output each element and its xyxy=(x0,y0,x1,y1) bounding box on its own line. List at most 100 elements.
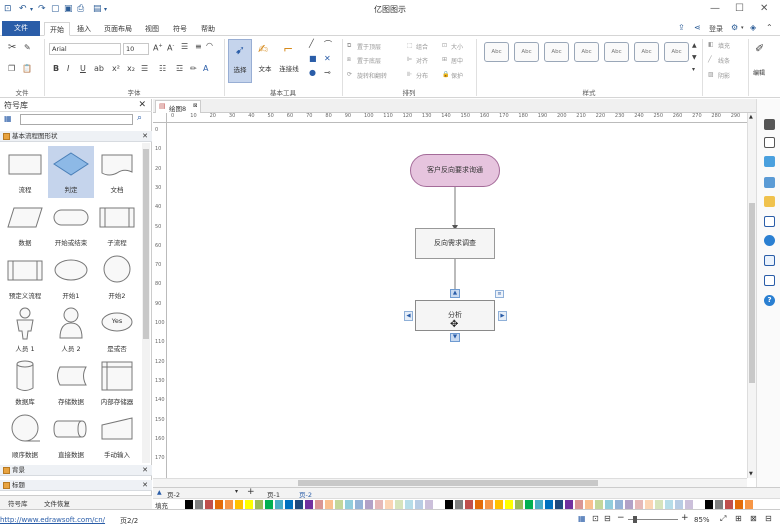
line-icon[interactable]: ╱ xyxy=(708,56,712,63)
shape-subprocess[interactable]: 子流程 xyxy=(94,199,140,251)
palette-swatch[interactable] xyxy=(725,500,734,509)
tab-home[interactable]: 开始 xyxy=(44,22,70,36)
palette-swatch[interactable] xyxy=(595,500,604,509)
rotate-icon[interactable]: ⟳ xyxy=(347,71,352,78)
font-family-select[interactable]: Arial xyxy=(49,43,121,55)
scrollbar-thumb[interactable] xyxy=(749,203,755,383)
category-basic-flowchart[interactable]: 基本流程图形状 ✕ xyxy=(0,131,152,142)
zoom-slider-handle[interactable] xyxy=(633,516,637,523)
palette-swatch[interactable] xyxy=(195,500,204,509)
shape-yes-no[interactable]: Yes 是或否 xyxy=(94,305,140,357)
palette-swatch[interactable] xyxy=(325,500,334,509)
palette-swatch[interactable] xyxy=(365,500,374,509)
palette-swatch[interactable] xyxy=(345,500,354,509)
palette-swatch[interactable] xyxy=(605,500,614,509)
shape-predefined-process[interactable]: 预定义流程 xyxy=(2,252,48,304)
drawing-canvas[interactable]: 客户反向要求询通 反向需求调查 分析 ▲ ▼ ◀ ▶ ≡ ✥ xyxy=(168,123,747,478)
palette-swatch[interactable] xyxy=(565,500,574,509)
comment-panel-icon[interactable] xyxy=(764,275,775,286)
category-title[interactable]: 标题 ✕ xyxy=(0,480,152,491)
layout-icon[interactable]: ⊟ xyxy=(765,514,772,523)
center-icon[interactable]: ⊞ xyxy=(442,56,447,63)
shape-direct-data[interactable]: 直接数据 xyxy=(48,411,94,463)
palette-swatch[interactable] xyxy=(385,500,394,509)
palette-swatch[interactable] xyxy=(405,500,414,509)
shape-start-1[interactable]: 开始1 xyxy=(48,252,94,304)
protect-icon[interactable]: 🔒 xyxy=(442,71,449,78)
style-preset-7[interactable]: Abc xyxy=(664,42,689,62)
cut-icon[interactable]: ✂ xyxy=(8,42,16,53)
shape-sequential-data[interactable]: 顺序数据 xyxy=(2,411,48,463)
shape-start-2[interactable]: 开始2 xyxy=(94,252,140,304)
palette-swatch[interactable] xyxy=(635,500,644,509)
shadow-button[interactable]: 阴影 xyxy=(718,71,730,80)
website-link[interactable]: http://www.edrawsoft.com/cn/ xyxy=(0,516,105,524)
edit-button[interactable]: 编辑 xyxy=(753,68,765,77)
palette-swatch[interactable] xyxy=(745,500,754,509)
symbol-search-input[interactable] xyxy=(20,114,133,125)
line-tool-icon[interactable]: ╱ xyxy=(309,39,314,48)
settings-gear-icon[interactable]: ⚙ xyxy=(731,23,738,32)
tab-page-layout[interactable]: 页面布局 xyxy=(100,22,136,36)
underline-icon[interactable]: U xyxy=(80,64,86,73)
tab-symbol[interactable]: 符号 xyxy=(168,22,192,36)
library-menu-icon[interactable]: ▦ xyxy=(4,114,12,123)
align-button[interactable]: 对齐 xyxy=(416,56,428,65)
quick-connect-right-icon[interactable]: ▶ xyxy=(498,311,507,321)
horizontal-scrollbar[interactable] xyxy=(153,478,747,487)
bullet-list-icon[interactable]: ☰ xyxy=(181,42,188,51)
palette-swatch[interactable] xyxy=(315,500,324,509)
settings-dropdown-icon[interactable]: ▾ xyxy=(741,25,744,31)
palette-swatch[interactable] xyxy=(255,500,264,509)
strikethrough-icon[interactable]: ab xyxy=(94,64,104,73)
fit-window-icon[interactable]: ⊞ xyxy=(735,514,742,523)
size-icon[interactable]: ⊡ xyxy=(442,42,447,49)
palette-swatch[interactable] xyxy=(375,500,384,509)
palette-swatch[interactable] xyxy=(335,500,344,509)
collapse-ribbon-icon[interactable]: ⌃ xyxy=(766,23,773,32)
node-process[interactable]: 反向需求调查 xyxy=(415,228,495,259)
font-size-select[interactable]: 10 xyxy=(123,43,149,55)
style-preset-1[interactable]: Abc xyxy=(484,42,509,62)
zoom-slider[interactable] xyxy=(628,516,678,523)
palette-swatch[interactable] xyxy=(465,500,474,509)
palette-swatch[interactable] xyxy=(655,500,664,509)
palette-swatch[interactable] xyxy=(225,500,234,509)
publish-icon[interactable]: ⇪ xyxy=(678,23,685,32)
palette-swatch[interactable] xyxy=(235,500,244,509)
ellipse-tool-icon[interactable]: ● xyxy=(309,68,316,77)
shape-manual-input[interactable]: 手动输入 xyxy=(94,411,140,463)
tab-help[interactable]: 帮助 xyxy=(196,22,220,36)
page-nav-up-icon[interactable]: ▲ xyxy=(157,489,162,496)
fill-panel-icon[interactable] xyxy=(764,156,775,167)
scrollbar-thumb[interactable] xyxy=(143,149,149,339)
style-scroll-down-icon[interactable]: ▼ xyxy=(692,54,697,61)
text-tool-button[interactable]: ✍ 文本 xyxy=(254,39,276,83)
style-preset-4[interactable]: Abc xyxy=(574,42,599,62)
shrink-font-icon[interactable]: A- xyxy=(167,43,174,53)
palette-swatch[interactable] xyxy=(355,500,364,509)
palette-swatch[interactable] xyxy=(185,500,194,509)
scroll-down-icon[interactable]: ▼ xyxy=(749,471,753,477)
bring-to-front-icon[interactable]: ⧉ xyxy=(347,42,351,50)
shape-data[interactable]: 数据 xyxy=(2,199,48,251)
node-start-terminator[interactable]: 客户反向要求询通 xyxy=(410,154,500,187)
quick-connect-up-icon[interactable]: ▲ xyxy=(450,289,460,298)
fill-button[interactable]: 填充 xyxy=(718,41,730,50)
shape-internal-storage[interactable]: 内部存储器 xyxy=(94,358,140,410)
palette-swatch[interactable] xyxy=(455,500,464,509)
palette-swatch[interactable] xyxy=(275,500,284,509)
send-to-back-icon[interactable]: ⧈ xyxy=(347,56,351,64)
rotate-flip-button[interactable]: 旋转和翻转 xyxy=(357,71,387,80)
palette-swatch[interactable] xyxy=(585,500,594,509)
quick-connect-down-icon[interactable]: ▼ xyxy=(450,333,460,342)
shapes-scrollbar[interactable] xyxy=(142,143,150,463)
share-icon[interactable]: ⋖ xyxy=(694,23,701,32)
tab-file[interactable]: 文件 xyxy=(2,21,40,36)
palette-swatch[interactable] xyxy=(735,500,744,509)
style-preset-3[interactable]: Abc xyxy=(544,42,569,62)
palette-swatch[interactable] xyxy=(695,500,704,509)
palette-swatch[interactable] xyxy=(205,500,214,509)
shape-person-1[interactable]: 人员 1 xyxy=(2,305,48,357)
skin-icon[interactable]: ◈ xyxy=(750,23,756,32)
